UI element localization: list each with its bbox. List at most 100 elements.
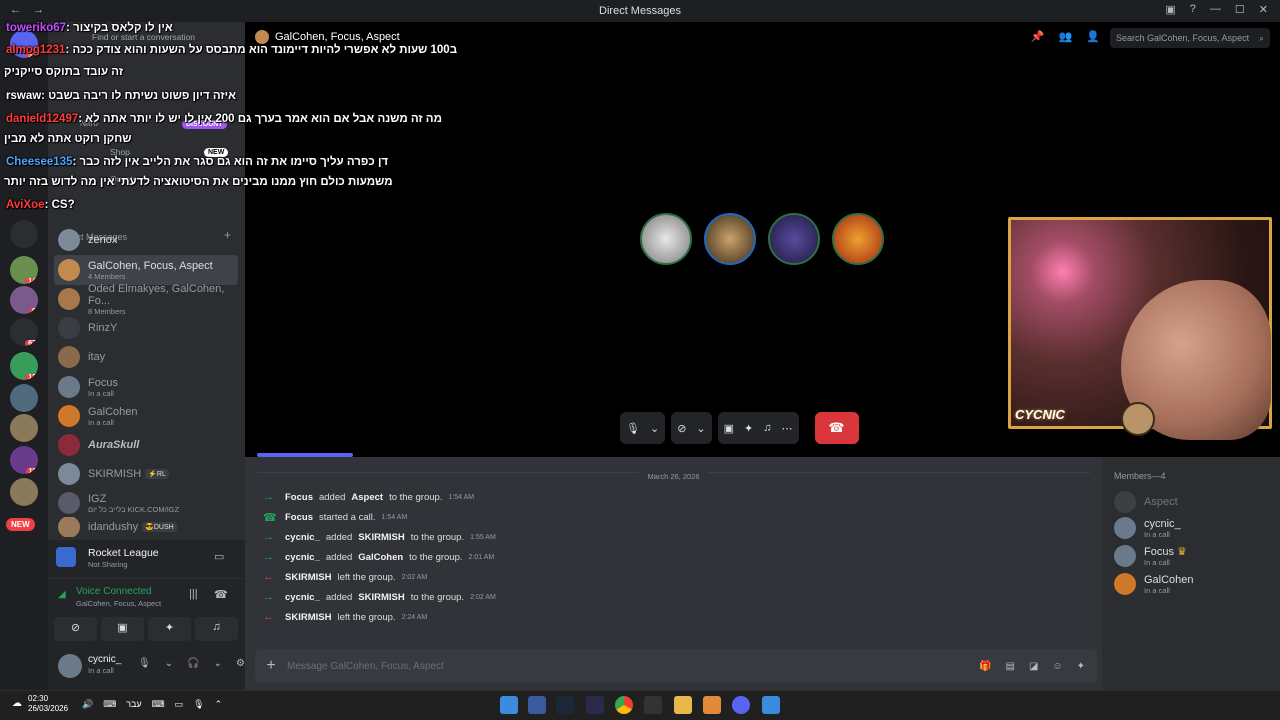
attach-button[interactable]: + <box>255 657 287 675</box>
mic-icon[interactable]: 🎙 <box>138 658 151 669</box>
chevron-down-icon[interactable]: ⌄ <box>696 422 705 435</box>
network-icon[interactable]: ⌨ <box>103 699 116 710</box>
dm-item-auraskull[interactable]: AuraSkull <box>54 430 238 460</box>
chrome-icon[interactable] <box>615 696 633 714</box>
participant-tile[interactable] <box>704 213 756 265</box>
soundboard-icon[interactable]: ♫ <box>763 422 771 434</box>
participant-tile[interactable] <box>640 213 692 265</box>
search-input[interactable]: Search GalCohen, Focus, Aspect ⌕ <box>1110 28 1270 48</box>
language-indicator[interactable]: עבר <box>126 699 141 710</box>
message-actor[interactable]: cycnic_ <box>285 592 320 603</box>
message-actor[interactable]: Focus <box>285 492 313 503</box>
add-friends-icon[interactable]: 👥 <box>1059 30 1073 43</box>
message-actor[interactable]: cycnic_ <box>285 552 320 563</box>
message-actor[interactable]: SKIRMISH <box>285 572 331 583</box>
dm-item-idandushy[interactable]: idandushy 😎DUSH <box>54 517 238 537</box>
more-icon[interactable]: ⋯ <box>782 422 793 435</box>
mic-icon[interactable]: 🎙 <box>626 422 640 435</box>
dm-item-skirmish[interactable]: SKIRMISH ⚡RL <box>54 459 238 489</box>
noise-suppression-icon[interactable]: ||| <box>189 588 198 600</box>
dm-item-group[interactable]: Oded Elmakyes, GalCohen, Fo... 8 Members <box>54 283 238 316</box>
server-icon[interactable] <box>10 478 38 506</box>
member-item[interactable]: cycnic_ In a call <box>1114 517 1181 539</box>
chevron-down-icon[interactable]: ⌄ <box>650 422 659 435</box>
maximize-button[interactable]: ☐ <box>1235 3 1245 16</box>
signal-icon[interactable]: ◢ <box>58 589 66 600</box>
weather-icon[interactable]: ☁ <box>12 698 22 709</box>
member-item[interactable]: GalCohen In a call <box>1114 573 1194 595</box>
members-icon[interactable]: 👤 <box>1086 30 1100 43</box>
inbox-icon[interactable]: ▣ <box>1165 3 1175 16</box>
message-target[interactable]: SKIRMISH <box>358 592 404 603</box>
end-call-button[interactable]: ☎ <box>814 412 859 444</box>
app-icon[interactable] <box>586 696 604 714</box>
server-icon[interactable] <box>10 220 38 248</box>
settings-icon[interactable]: ⚙ <box>236 658 245 669</box>
camera-off-button[interactable]: ⊘ <box>54 617 97 641</box>
member-item[interactable]: Aspect <box>1114 491 1178 513</box>
message-actor[interactable]: Focus <box>285 512 313 523</box>
member-item[interactable]: Focus ♛ In a call <box>1114 545 1187 567</box>
file-explorer-icon[interactable] <box>674 696 692 714</box>
dm-item-igz[interactable]: IGZ בלייב כל יום KICK.COM/IGZ <box>54 488 238 518</box>
headphones-icon[interactable]: 🎧 <box>187 658 199 669</box>
sticker-icon[interactable]: ◪ <box>1029 661 1038 672</box>
steam-icon[interactable] <box>556 696 574 714</box>
server-icon[interactable]: 12 <box>10 352 38 380</box>
share-screen-icon[interactable]: ▭ <box>214 550 224 563</box>
server-icon[interactable] <box>10 414 38 442</box>
battery-icon[interactable]: ▭ <box>175 699 184 710</box>
disconnect-icon[interactable]: ☎ <box>214 588 228 601</box>
dm-item-itay[interactable]: itay <box>54 342 238 372</box>
participant-tile[interactable] <box>768 213 820 265</box>
dm-item-group-selected[interactable]: GalCohen, Focus, Aspect 4 Members <box>54 255 238 285</box>
server-icon[interactable]: 9 <box>10 286 38 314</box>
voice-channel[interactable]: GalCohen, Focus, Aspect <box>76 599 161 608</box>
gif-icon[interactable]: ▤ <box>1005 661 1014 672</box>
message-composer[interactable]: + Message GalCohen, Focus, Aspect 🎁 ▤ ◪ … <box>255 649 1097 683</box>
dm-item-zenox[interactable]: zenox <box>54 225 238 255</box>
chevron-up-icon[interactable]: ⌃ <box>215 699 223 710</box>
server-icon[interactable]: 67 <box>10 318 38 346</box>
screen-share-button[interactable]: ▣ <box>101 617 144 641</box>
emoji-icon[interactable]: ☺ <box>1052 661 1062 672</box>
store-icon[interactable] <box>762 696 780 714</box>
dm-item-focus[interactable]: Focus In a call <box>54 372 238 402</box>
server-icon[interactable] <box>10 384 38 412</box>
message-target[interactable]: Aspect <box>351 492 383 503</box>
camera-off-icon[interactable]: ⊘ <box>677 422 686 435</box>
message-actor[interactable]: cycnic_ <box>285 532 320 543</box>
chevron-down-icon[interactable]: ⌄ <box>165 658 173 669</box>
gift-icon[interactable]: 🎁 <box>979 661 991 672</box>
dm-item-rinzy[interactable]: RinzY <box>54 313 238 343</box>
avatar[interactable] <box>58 654 82 678</box>
dm-item-galcohen[interactable]: GalCohen In a call <box>54 401 238 431</box>
message-target[interactable]: SKIRMISH <box>358 532 404 543</box>
screen-share-icon[interactable]: ▣ <box>724 422 734 435</box>
message-input[interactable]: Message GalCohen, Focus, Aspect <box>287 661 444 672</box>
camera-control[interactable]: ⊘ ⌄ <box>671 412 712 444</box>
clock-time[interactable]: 02:30 <box>28 694 68 704</box>
soundboard-button[interactable]: ♫ <box>195 617 238 641</box>
message-actor[interactable]: SKIRMISH <box>285 612 331 623</box>
notepad-icon[interactable] <box>500 696 518 714</box>
activities-button[interactable]: ✦ <box>148 617 191 641</box>
apps-icon[interactable]: ✦ <box>1077 661 1085 672</box>
chevron-down-icon[interactable]: ⌄ <box>214 658 222 669</box>
clock-date[interactable]: 26/03/2026 <box>28 704 68 714</box>
pin-icon[interactable]: 📌 <box>1031 30 1045 43</box>
help-icon[interactable]: ? <box>1190 3 1196 16</box>
message-target[interactable]: GalCohen <box>358 552 403 563</box>
participant-tile[interactable] <box>832 213 884 265</box>
app-icon[interactable] <box>528 696 546 714</box>
discord-icon[interactable] <box>732 696 750 714</box>
close-button[interactable]: ✕ <box>1259 3 1268 16</box>
volume-icon[interactable]: 🔊 <box>82 699 93 710</box>
activities-icon[interactable]: ✦ <box>744 422 753 435</box>
folder-icon[interactable] <box>703 696 721 714</box>
epic-games-icon[interactable] <box>644 696 662 714</box>
server-icon[interactable]: 14 <box>10 256 38 284</box>
keyboard-icon[interactable]: ⌨ <box>152 699 165 710</box>
mic-control[interactable]: 🎙 ⌄ <box>620 412 666 444</box>
minimize-button[interactable]: — <box>1210 3 1221 16</box>
